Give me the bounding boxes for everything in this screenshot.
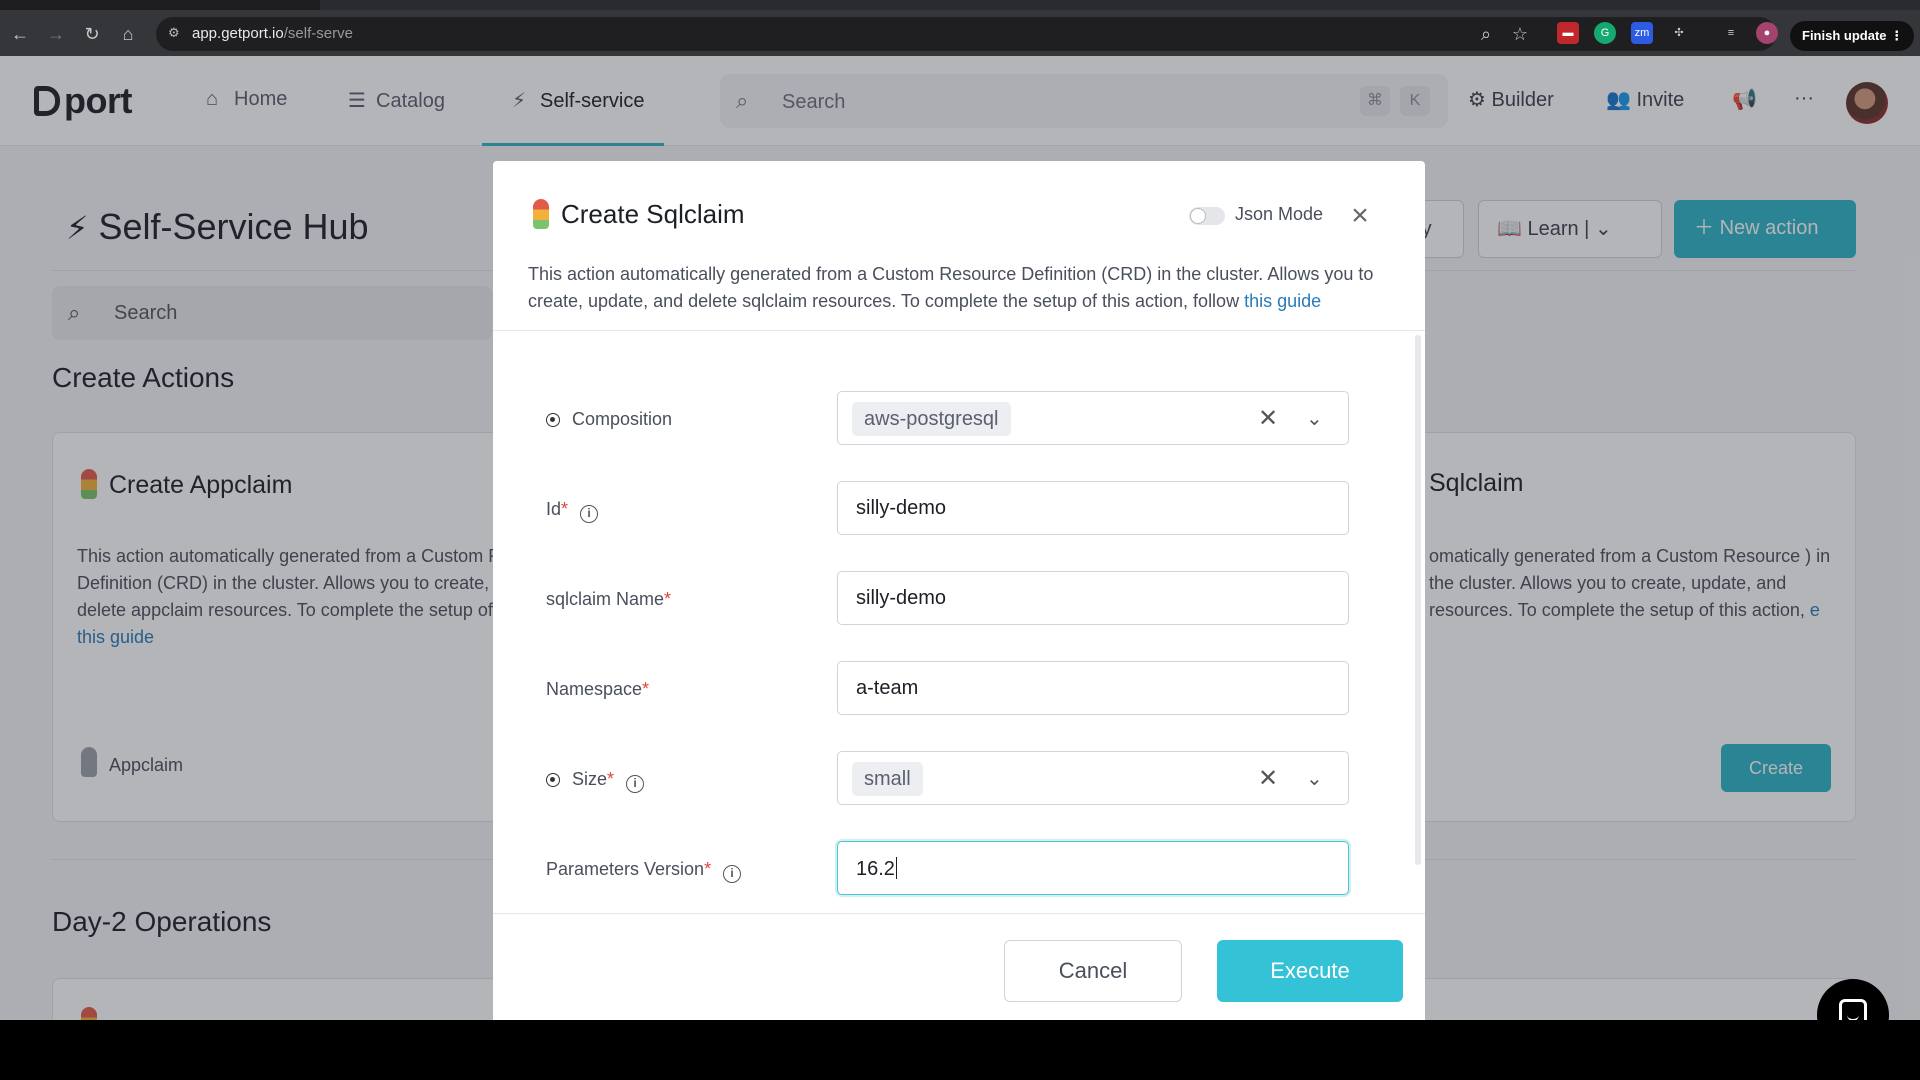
json-mode-toggle[interactable] bbox=[1189, 207, 1225, 225]
extensions-puzzle-icon[interactable]: ✣ bbox=[1668, 22, 1690, 44]
address-bar[interactable]: ⚙ app.getport.io/self-serve bbox=[156, 17, 1776, 51]
dialog-header: Create Sqlclaim Json Mode × This action … bbox=[493, 161, 1425, 331]
profile-icon[interactable]: ● bbox=[1756, 22, 1778, 44]
name-value: silly-demo bbox=[856, 587, 947, 609]
chat-icon bbox=[1839, 999, 1867, 1020]
reload-icon[interactable]: ↻ bbox=[80, 22, 104, 46]
info-icon[interactable]: i bbox=[626, 775, 645, 793]
parameters-version-row: Parameters Version* i 16.2 bbox=[493, 841, 1425, 901]
screen: ← → ↻ ⌂ ⚙ app.getport.io/self-serve ⌕ ☆ … bbox=[0, 0, 1920, 1080]
text-cursor bbox=[895, 857, 897, 879]
size-label-text: Size bbox=[572, 769, 608, 789]
home-browser-icon[interactable]: ⌂ bbox=[116, 22, 140, 46]
namespace-row: Namespace* a-team bbox=[493, 661, 1425, 721]
url-host: app.getport.io bbox=[192, 25, 284, 42]
info-icon[interactable]: i bbox=[580, 505, 599, 523]
radio-dot-icon bbox=[546, 413, 560, 427]
composition-row: Composition aws-postgresql ✕ ⌄ bbox=[493, 391, 1425, 451]
dialog-form: Composition aws-postgresql ✕ ⌄ Id* i sill… bbox=[493, 331, 1425, 913]
required-marker: * bbox=[642, 679, 650, 699]
size-value-chip: small bbox=[852, 762, 923, 796]
dialog-footer: Cancel Execute bbox=[493, 913, 1425, 1020]
popsicle-icon bbox=[533, 199, 549, 229]
dialog-description: This action automatically generated from… bbox=[528, 261, 1398, 315]
parameters-version-input[interactable]: 16.2 bbox=[837, 841, 1349, 895]
namespace-label: Namespace* bbox=[546, 679, 649, 700]
finish-update-button[interactable]: Finish update ⋮ bbox=[1790, 21, 1914, 51]
id-label-text: Id bbox=[546, 499, 562, 519]
reading-list-icon[interactable]: ≡ bbox=[1720, 22, 1742, 44]
composition-label: Composition bbox=[546, 409, 672, 430]
cancel-button[interactable]: Cancel bbox=[1004, 940, 1182, 1002]
id-input[interactable]: silly-demo bbox=[837, 481, 1349, 535]
execute-button[interactable]: Execute bbox=[1217, 940, 1403, 1002]
info-icon[interactable]: i bbox=[723, 865, 742, 883]
forward-icon[interactable]: → bbox=[44, 22, 68, 46]
composition-value-chip: aws-postgresql bbox=[852, 402, 1011, 436]
extension-icon[interactable]: ▬ bbox=[1557, 22, 1579, 44]
composition-select[interactable]: aws-postgresql ✕ ⌄ bbox=[837, 391, 1349, 445]
app: port ⌂ Home ☰ Catalog ⚡ Self-service ⌕ Sear… bbox=[0, 56, 1920, 1020]
id-value: silly-demo bbox=[856, 497, 947, 519]
name-label: sqlclaim Name* bbox=[546, 589, 671, 610]
zoom-icon[interactable]: ⌕ bbox=[1474, 22, 1498, 46]
size-label: Size* i bbox=[546, 769, 645, 793]
this-guide-link[interactable]: this guide bbox=[1244, 291, 1321, 311]
zoom-extension-icon[interactable]: zm bbox=[1631, 22, 1653, 44]
name-row: sqlclaim Name* silly-demo bbox=[493, 571, 1425, 631]
finish-update-label: Finish update bbox=[1802, 28, 1887, 43]
size-select[interactable]: small ✕ ⌄ bbox=[837, 751, 1349, 805]
json-mode-label: Json Mode bbox=[1235, 204, 1324, 224]
close-icon[interactable]: × bbox=[1345, 201, 1375, 231]
site-info-icon[interactable]: ⚙ bbox=[168, 25, 184, 41]
grammarly-icon[interactable]: G bbox=[1594, 22, 1616, 44]
dialog-title: Create Sqlclaim bbox=[533, 199, 745, 230]
namespace-input[interactable]: a-team bbox=[837, 661, 1349, 715]
size-row: Size* i small ✕ ⌄ bbox=[493, 751, 1425, 811]
id-row: Id* i silly-demo bbox=[493, 481, 1425, 541]
namespace-value: a-team bbox=[856, 677, 919, 699]
name-input[interactable]: silly-demo bbox=[837, 571, 1349, 625]
screen-bottom-bar bbox=[0, 1020, 1920, 1080]
create-sqlclaim-dialog: Create Sqlclaim Json Mode × This action … bbox=[493, 161, 1425, 1020]
name-label-text: sqlclaim Name bbox=[546, 589, 665, 609]
namespace-label-text: Namespace bbox=[546, 679, 643, 699]
toggle-knob bbox=[1191, 209, 1205, 223]
parameters-version-label-text: Parameters Version bbox=[546, 859, 705, 879]
browser-toolbar: ← → ↻ ⌂ ⚙ app.getport.io/self-serve ⌕ ☆ … bbox=[0, 0, 1920, 56]
parameters-version-value: 16.2 bbox=[856, 858, 895, 880]
tab-strip bbox=[320, 0, 1920, 10]
required-marker: * bbox=[607, 769, 615, 789]
url-text: app.getport.io/self-serve bbox=[192, 25, 353, 42]
required-marker: * bbox=[664, 589, 672, 609]
id-label: Id* i bbox=[546, 499, 599, 523]
parameters-version-label: Parameters Version* i bbox=[546, 859, 742, 883]
chevron-down-icon[interactable]: ⌄ bbox=[1306, 764, 1323, 794]
required-marker: * bbox=[704, 859, 712, 879]
clear-icon[interactable]: ✕ bbox=[1258, 404, 1278, 434]
radio-dot-icon bbox=[546, 773, 560, 787]
url-path: /self-serve bbox=[283, 25, 353, 42]
bookmark-star-icon[interactable]: ☆ bbox=[1508, 22, 1532, 46]
clear-icon[interactable]: ✕ bbox=[1258, 764, 1278, 794]
composition-label-text: Composition bbox=[572, 409, 673, 429]
back-icon[interactable]: ← bbox=[8, 22, 32, 46]
parameters-version-text: 16.2 bbox=[856, 857, 897, 881]
chevron-down-icon[interactable]: ⌄ bbox=[1306, 404, 1323, 434]
dialog-title-text: Create Sqlclaim bbox=[561, 199, 745, 229]
required-marker: * bbox=[561, 499, 569, 519]
